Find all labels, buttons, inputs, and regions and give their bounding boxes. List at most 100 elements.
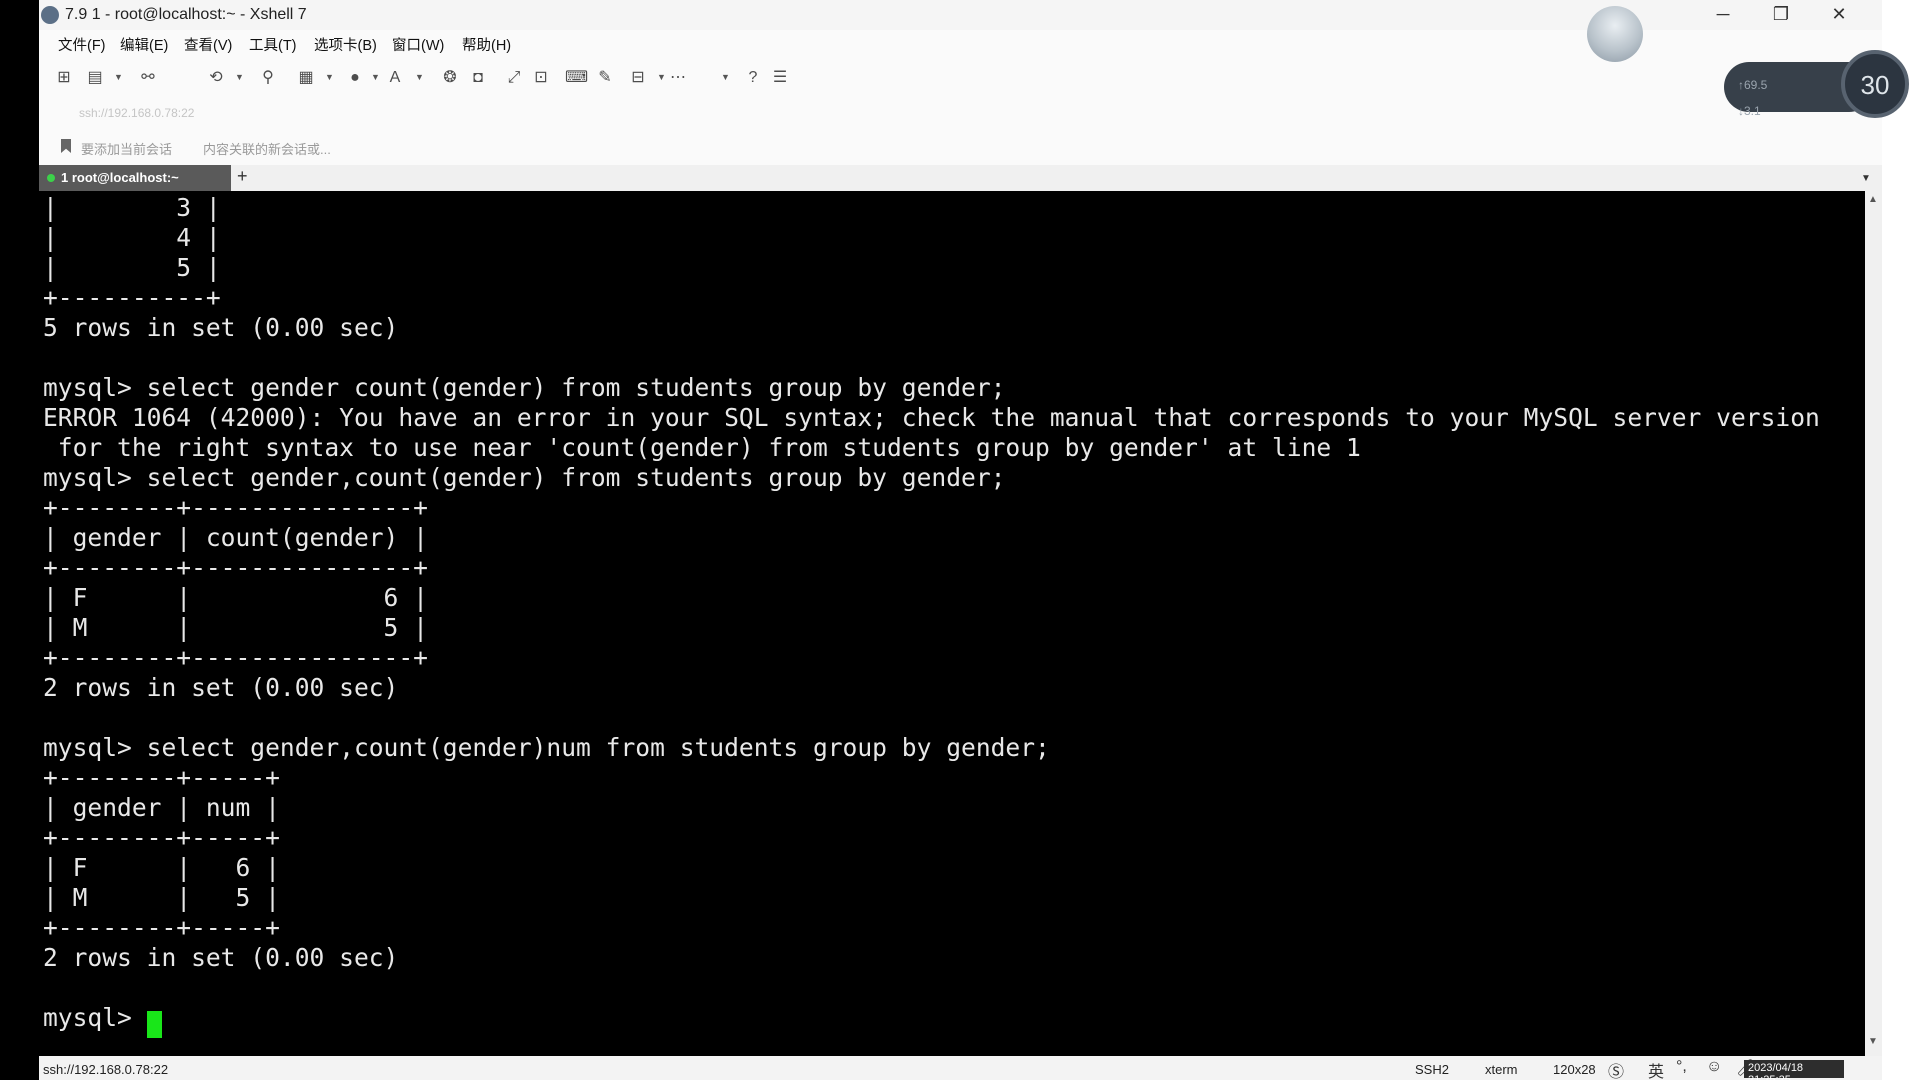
status-connection: ssh://192.168.0.78:22	[43, 1062, 169, 1077]
upload-speed: ↑69.5	[1738, 78, 1768, 92]
reconnect-icon[interactable]: ⟲	[205, 68, 227, 88]
status-size: 120x28	[1553, 1062, 1596, 1077]
terminal-line: | gender | count(gender) |	[43, 523, 428, 552]
globe-dropdown-icon[interactable]: ▼	[371, 72, 380, 82]
menu-bar: 文件(F) 编辑(E) 查看(V) 工具(T) 选项卡(B) 窗口(W) 帮助(…	[39, 32, 1882, 56]
status-term: xterm	[1485, 1062, 1518, 1077]
terminal-line: mysql>	[43, 1003, 147, 1032]
tab-label: 1 root@localhost:~	[61, 170, 179, 185]
globe-icon[interactable]: ●	[344, 68, 366, 88]
terminal-line: 2 rows in set (0.00 sec)	[43, 943, 399, 972]
new-session-icon[interactable]: ⊞	[53, 68, 75, 88]
bookmark-bar: 要添加当前会话 内容关联的新会话或...	[39, 136, 939, 158]
terminal-line: +----------+	[43, 283, 221, 312]
address-text[interactable]: ssh://192.168.0.78:22	[79, 106, 194, 120]
menu-edit[interactable]: 编辑(E)	[120, 34, 168, 55]
taskbar-clock[interactable]: 2023/04/18 21:25:25	[1744, 1060, 1844, 1086]
download-speed: ↓3.1	[1738, 104, 1761, 118]
terminal-line: +--------+---------------+	[43, 643, 428, 672]
clock-datetime: 2023/04/18 21:25:25	[1748, 1062, 1804, 1086]
terminal-line: | F | 6 |	[43, 583, 428, 612]
restore-button[interactable]: ❐	[1752, 0, 1810, 30]
terminal-line: | F | 6 |	[43, 853, 280, 882]
terminal-line: mysql> select gender,count(gender)num fr…	[43, 733, 1050, 762]
terminal-screen[interactable]: | 3 | | 4 | | 5 | +----------+ 5 rows in set…	[39, 191, 1865, 1056]
link-icon[interactable]: ⚯	[137, 68, 159, 88]
tab-bar: 1 root@localhost:~ + ▼	[39, 165, 1882, 191]
close-button[interactable]: ✕	[1810, 0, 1868, 30]
screenshot-icon[interactable]: ⊟	[627, 68, 649, 88]
bookmark-item[interactable]: 内容关联的新会话或...	[203, 139, 331, 158]
menu-window[interactable]: 窗口(W)	[392, 34, 444, 55]
speed-gauge-value: 30	[1860, 70, 1890, 100]
reconnect-dropdown-icon[interactable]: ▼	[235, 72, 244, 82]
terminal-line: mysql> select gender count(gender) from …	[43, 373, 1006, 402]
terminal-line: | 4 |	[43, 223, 221, 252]
terminal-line: | M | 5 |	[43, 883, 280, 912]
terminal-line: | gender | num |	[43, 793, 280, 822]
window-title: 7.9 1 - root@localhost:~ - Xshell 7	[65, 6, 307, 23]
ime-mode-label[interactable]: 英	[1648, 1058, 1664, 1082]
layout-dropdown-icon[interactable]: ▼	[325, 72, 334, 82]
scroll-up-icon[interactable]: ▲	[1868, 194, 1878, 205]
terminal-line: +--------+-----+	[43, 763, 280, 792]
terminal-line: ERROR 1064 (42000): You have an error in…	[43, 403, 1820, 432]
screen-right-border	[1882, 0, 1920, 1080]
bookmark-icon	[61, 139, 71, 153]
terminal-line: | M | 5 |	[43, 613, 428, 642]
keyboard-icon[interactable]: ⌨	[565, 68, 588, 88]
tab-session-1[interactable]: 1 root@localhost:~	[39, 165, 231, 191]
help-icon[interactable]: ?	[742, 68, 764, 88]
terminal-scrollbar[interactable]: ▲ ▼	[1865, 191, 1882, 1056]
compose-dropdown-icon[interactable]: ▼	[721, 72, 730, 82]
terminal-line: +--------+-----+	[43, 823, 280, 852]
punctuation-icon[interactable]: °,	[1676, 1058, 1687, 1076]
menu-tools[interactable]: 工具(T)	[249, 34, 297, 55]
terminal-line: mysql> select gender,count(gender) from …	[43, 463, 1006, 492]
status-protocol: SSH2	[1415, 1062, 1449, 1077]
terminal-line: +--------+---------------+	[43, 553, 428, 582]
toolbar: ⊞ ▤ ▼ ⚯ ⟲ ▼ ⚲ ▦ ▼ ● ▼ A ▼ ❂ ◘ ⤢ ⊡ ⌨ ✎ ⊟ …	[39, 64, 939, 92]
menu-help[interactable]: 帮助(H)	[462, 34, 511, 55]
menu-tab[interactable]: 选项卡(B)	[314, 34, 377, 55]
fullscreen-icon[interactable]: ⤢	[503, 68, 525, 88]
speed-gauge: 30	[1841, 50, 1909, 118]
terminal-line: +--------+-----+	[43, 913, 280, 942]
connected-status-icon	[47, 174, 55, 182]
terminal-line: 5 rows in set (0.00 sec)	[43, 313, 399, 342]
compose-icon[interactable]: ⋯	[667, 68, 689, 88]
new-tab-button[interactable]: +	[237, 166, 248, 187]
terminal-cursor	[147, 1011, 162, 1038]
address-bar[interactable]: ssh://192.168.0.78:22	[39, 104, 939, 124]
layout-icon[interactable]: ▦	[295, 68, 317, 88]
open-dropdown-icon[interactable]: ▼	[114, 72, 123, 82]
bookmark-item[interactable]: 要添加当前会话	[81, 139, 172, 158]
terminal-line: for the right syntax to use near 'count(…	[43, 433, 1361, 462]
chat-icon[interactable]: ☰	[769, 68, 791, 88]
status-bar: ssh://192.168.0.78:22 SSH2 xterm 120x28	[39, 1056, 1882, 1080]
tab-list-dropdown-icon[interactable]: ▼	[1861, 173, 1871, 184]
screenshot-dropdown-icon[interactable]: ▼	[657, 72, 666, 82]
open-folder-icon[interactable]: ▤	[84, 68, 106, 88]
xshell-window: 7.9 1 - root@localhost:~ - Xshell 7 ─ ❐ …	[39, 0, 1909, 1080]
terminal-line: +--------+---------------+	[43, 493, 428, 522]
xshell-logo-icon	[41, 6, 59, 24]
sogou-input-icon[interactable]: Ⓢ	[1608, 1058, 1624, 1082]
font-icon[interactable]: A	[384, 68, 406, 88]
terminal-line: | 3 |	[43, 193, 221, 222]
minimize-button[interactable]: ─	[1694, 0, 1752, 30]
terminal-line: | 5 |	[43, 253, 221, 282]
menu-file[interactable]: 文件(F)	[58, 34, 106, 55]
script-icon[interactable]: ✎	[594, 68, 616, 88]
title-bar[interactable]: 7.9 1 - root@localhost:~ - Xshell 7 ─ ❐ …	[39, 0, 1882, 62]
emoji-icon[interactable]: ☺	[1706, 1058, 1722, 1076]
search-icon[interactable]: ⚲	[257, 68, 279, 88]
menu-view[interactable]: 查看(V)	[184, 34, 232, 55]
network-speed-widget[interactable]: ↑69.5 ↓3.1 30	[1724, 50, 1914, 122]
scroll-down-icon[interactable]: ▼	[1868, 1036, 1878, 1047]
transfer-icon[interactable]: ◘	[467, 68, 489, 88]
font-dropdown-icon[interactable]: ▼	[415, 72, 424, 82]
lock-icon[interactable]: ⊡	[530, 68, 552, 88]
screen-left-border	[0, 0, 39, 1080]
xftp-icon[interactable]: ❂	[439, 68, 461, 88]
